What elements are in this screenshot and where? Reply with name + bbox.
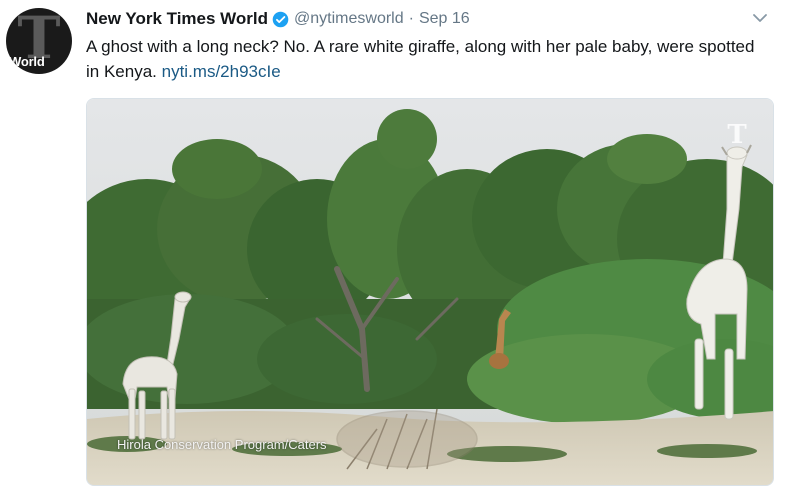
tweet-link[interactable]: nyti.ms/2h93cIe xyxy=(162,62,281,81)
tweet[interactable]: T World New York Times World @nytimeswor… xyxy=(0,0,785,495)
verified-badge-icon xyxy=(272,11,289,27)
chevron-down-icon[interactable] xyxy=(752,12,768,24)
timestamp[interactable]: Sep 16 xyxy=(419,10,470,28)
avatar[interactable]: T World xyxy=(6,8,72,74)
tweet-text: A ghost with a long neck? No. A rare whi… xyxy=(86,34,766,84)
tweet-header: New York Times World @nytimesworld · Sep… xyxy=(86,8,470,30)
nyt-watermark-icon: T xyxy=(727,120,747,150)
separator-dot: · xyxy=(408,10,414,27)
media-photo[interactable]: T Hirola Conservation Program/Caters xyxy=(86,98,774,486)
display-name[interactable]: New York Times World xyxy=(86,9,268,29)
photo-credit: Hirola Conservation Program/Caters xyxy=(117,437,327,452)
giraffe-photo: T xyxy=(87,99,773,485)
avatar-label: World xyxy=(9,54,45,69)
user-handle[interactable]: @nytimesworld xyxy=(294,10,404,28)
